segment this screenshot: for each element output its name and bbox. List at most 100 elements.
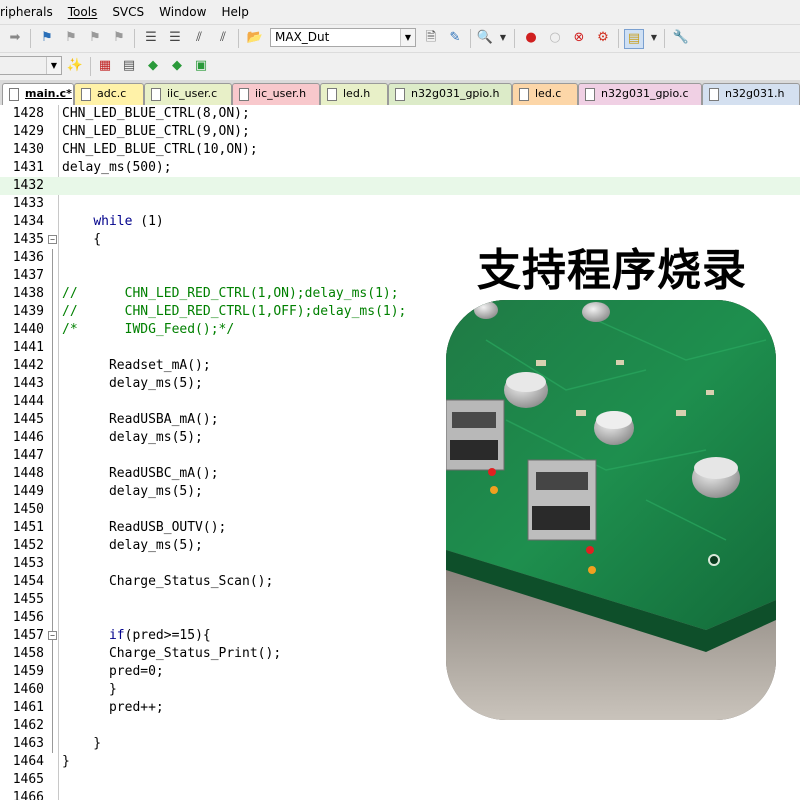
code-text: } [62, 736, 102, 751]
tab-led-c[interactable]: led.c [512, 83, 578, 105]
code-line[interactable]: 1465 [0, 771, 800, 789]
file-extensions-icon[interactable]: ▤ [120, 57, 138, 75]
bookmark-icon[interactable]: ⚑ [38, 29, 56, 47]
menu-svcs[interactable]: SVCS [112, 5, 144, 19]
line-number: 1447 [12, 448, 44, 463]
menu-tools[interactable]: Tools [68, 5, 98, 19]
fold-toggle-icon[interactable]: − [48, 235, 57, 244]
disable-breakpoint-icon[interactable]: ○ [546, 29, 564, 47]
line-number: 1430 [12, 142, 44, 157]
file-icon [327, 88, 337, 101]
file-icon [519, 88, 529, 101]
line-number: 1440 [12, 322, 44, 337]
pack-installer-icon[interactable]: ◆ [168, 57, 186, 75]
code-line[interactable]: 1432 [0, 177, 800, 195]
navigate-forward-icon[interactable]: ➡ [6, 29, 24, 47]
toolbar-separator [514, 29, 515, 48]
line-number: 1451 [12, 520, 44, 535]
line-number: 1460 [12, 682, 44, 697]
toolbar-separator [134, 29, 135, 48]
build-toolbar: ▼ ✨ ▦ ▤ ◆ ◆ ▣ [0, 52, 800, 80]
code-text: ReadUSB_OUTV(); [62, 520, 227, 535]
tab-n32g031-gpio-h[interactable]: n32g031_gpio.h [388, 83, 512, 105]
line-number: 1462 [12, 718, 44, 733]
unindent-icon[interactable]: ☰ [166, 29, 184, 47]
tab-n32g031-h[interactable]: n32g031.h [702, 83, 800, 105]
line-number: 1435 [12, 232, 44, 247]
chevron-down-icon[interactable]: ▼ [494, 29, 512, 47]
editor-tab-bar: main.c* adc.c iic_user.c iic_user.h led.… [0, 80, 800, 105]
tab-label: n32g031_gpio.c [601, 87, 689, 100]
comment-icon[interactable]: ⫽ [190, 29, 208, 47]
select-packs-icon[interactable]: ◆ [144, 57, 162, 75]
tab-iic-user-c[interactable]: iic_user.c [144, 83, 232, 105]
code-text: Readset_mA(); [62, 358, 211, 373]
line-number: 1443 [12, 376, 44, 391]
insert-breakpoint-icon[interactable]: ● [522, 29, 540, 47]
code-line[interactable]: 1428 CHN_LED_BLUE_CTRL(8,ON); [0, 105, 800, 123]
tab-iic-user-h[interactable]: iic_user.h [232, 83, 320, 105]
code-line[interactable]: 1463 } [0, 735, 800, 753]
promo-title: 支持程序烧录 [477, 245, 747, 296]
line-number: 1450 [12, 502, 44, 517]
code-line[interactable]: 1466 [0, 789, 800, 800]
line-number: 1454 [12, 574, 44, 589]
code-line[interactable]: 1433 [0, 195, 800, 213]
target-options-icon[interactable]: ✨ [66, 57, 84, 75]
toolbar-separator [470, 29, 471, 48]
code-line[interactable]: 1434 while (1) [0, 213, 800, 231]
code-text: ReadUSBA_mA(); [62, 412, 219, 427]
uncomment-icon[interactable]: ⫽ [214, 29, 232, 47]
disable-all-breakpoints-icon[interactable]: ⊗ [570, 29, 588, 47]
open-file-icon[interactable]: 📂 [246, 29, 264, 47]
tab-led-h[interactable]: led.h [320, 83, 388, 105]
code-text: delay_ms(5); [62, 538, 203, 553]
manage-project-icon[interactable]: ▦ [96, 57, 114, 75]
code-line[interactable]: 1430 CHN_LED_BLUE_CTRL(10,ON); [0, 141, 800, 159]
tab-n32g031-gpio-c[interactable]: n32g031_gpio.c [578, 83, 702, 105]
manage-run-time-icon[interactable]: ▣ [192, 57, 210, 75]
chevron-down-icon[interactable]: ▼ [400, 29, 415, 46]
find-combo[interactable]: MAX_Dut ▼ [270, 28, 416, 47]
prev-bookmark-icon[interactable]: ⚑ [62, 29, 80, 47]
code-text: } [62, 682, 117, 697]
code-text: ReadUSBC_mA(); [62, 466, 219, 481]
code-line[interactable]: 1429 CHN_LED_BLUE_CTRL(9,ON); [0, 123, 800, 141]
line-number: 1441 [12, 340, 44, 355]
code-text: CHN_LED_BLUE_CTRL(10,ON); [62, 142, 258, 157]
tab-adc-c[interactable]: adc.c [74, 83, 144, 105]
file-icon [585, 88, 595, 101]
menu-help[interactable]: Help [221, 5, 248, 19]
target-select[interactable]: ▼ [0, 56, 62, 75]
window-layout-icon[interactable]: ▤ [624, 29, 644, 49]
tab-label: led.c [535, 87, 562, 100]
chevron-down-icon[interactable]: ▼ [46, 57, 61, 74]
indent-icon[interactable]: ☰ [142, 29, 160, 47]
toolbar-separator [664, 29, 665, 48]
code-text: { [62, 232, 102, 247]
line-number: 1453 [12, 556, 44, 571]
debug-session-icon[interactable]: 🔍 [476, 29, 494, 47]
fold-toggle-icon[interactable]: − [48, 631, 57, 640]
kill-all-breakpoints-icon[interactable]: ⚙ [594, 29, 612, 47]
tab-main-c[interactable]: main.c* [2, 83, 74, 105]
menu-peripherals[interactable]: ripherals [0, 5, 53, 19]
menu-bar: ripherals Tools SVCS Window Help [0, 0, 800, 24]
find-in-files-icon[interactable]: 🗎 [422, 29, 440, 47]
line-number: 1458 [12, 646, 44, 661]
wrench-icon[interactable]: 🔧 [672, 29, 690, 47]
menu-window[interactable]: Window [159, 5, 206, 19]
code-text: CHN_LED_BLUE_CTRL(8,ON); [62, 106, 250, 121]
file-icon [9, 88, 19, 101]
code-text: pred++; [62, 700, 164, 715]
next-bookmark-icon[interactable]: ⚑ [86, 29, 104, 47]
clear-bookmarks-icon[interactable]: ⚑ [110, 29, 128, 47]
toolbar-separator [30, 29, 31, 48]
code-line[interactable]: 1431 delay_ms(500); [0, 159, 800, 177]
pcb-board-photo-icon [446, 300, 776, 720]
code-text: CHN_LED_BLUE_CTRL(9,ON); [62, 124, 250, 139]
chevron-down-icon[interactable]: ▼ [645, 29, 663, 47]
tab-label: main.c* [25, 87, 72, 100]
incremental-find-icon[interactable]: ✎ [446, 29, 464, 47]
code-line[interactable]: 1464} [0, 753, 800, 771]
